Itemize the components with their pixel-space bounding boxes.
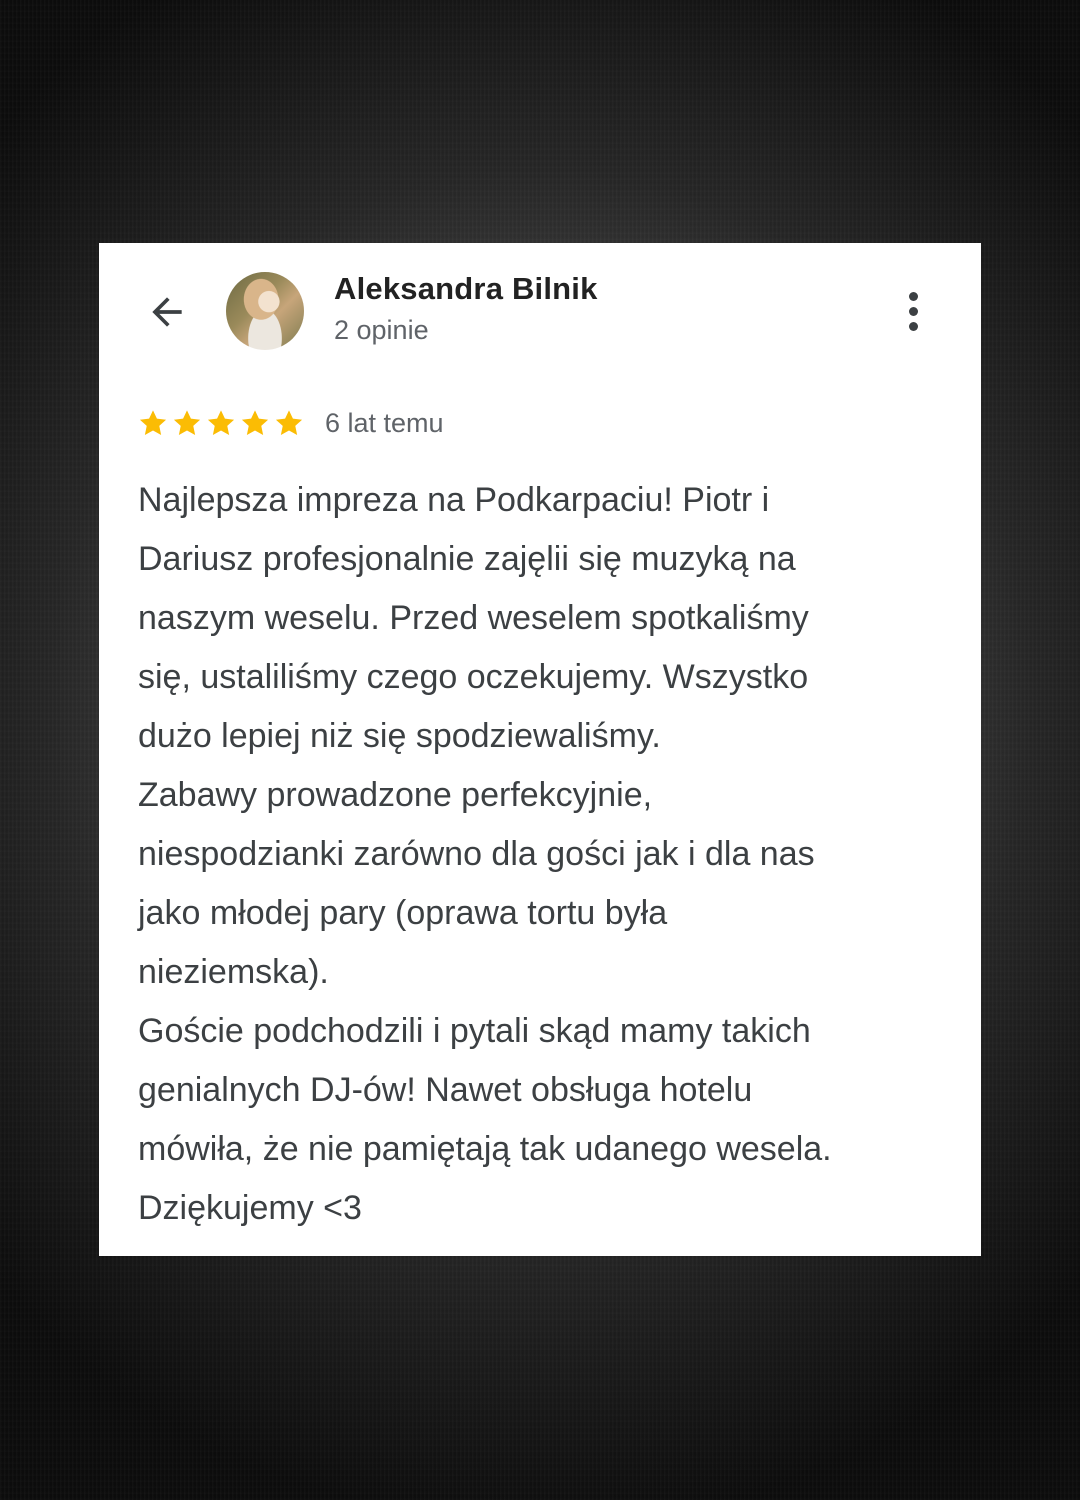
review-count: 2 opinie — [334, 315, 429, 345]
review-text: Najlepsza impreza na Podkarpaciu! Piotr … — [138, 481, 832, 1227]
more-vert-icon-dot — [908, 321, 918, 331]
star-icon — [275, 410, 303, 435]
more-options-button[interactable] — [891, 287, 935, 335]
reviewer-name[interactable]: Aleksandra Bilnik — [334, 271, 598, 307]
review-card: Aleksandra Bilnik 2 opinie 6 lat temu Na… — [99, 243, 981, 1256]
arrow-left-icon — [152, 297, 182, 327]
star-icon — [139, 410, 167, 435]
avatar[interactable] — [226, 272, 304, 350]
star-icon — [207, 410, 235, 435]
star-icon — [173, 410, 201, 435]
rating-row: 6 lat temu — [137, 407, 444, 439]
star-icon — [241, 410, 269, 435]
more-vert-icon-dot — [908, 291, 918, 301]
more-vert-icon-dot — [908, 306, 918, 316]
review-time: 6 lat temu — [325, 407, 444, 438]
back-button[interactable] — [139, 288, 195, 336]
star-rating — [137, 407, 305, 439]
